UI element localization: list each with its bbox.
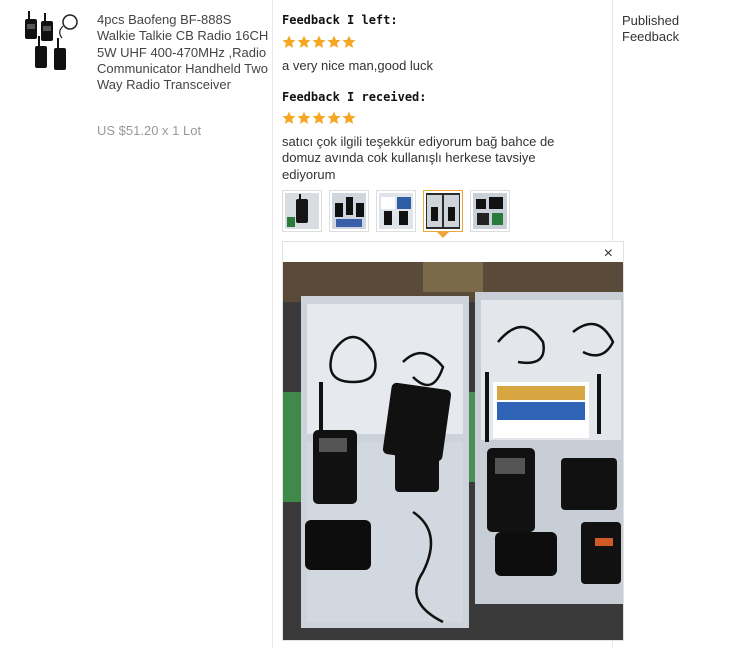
product-price: US $51.20 x 1 Lot	[97, 123, 202, 138]
star-icon	[297, 111, 311, 124]
feedback-received-rating	[282, 111, 356, 125]
walkie-talkie-set-image	[25, 11, 78, 70]
star-icon	[312, 111, 326, 124]
feedback-received-heading: Feedback I received:	[282, 90, 427, 104]
product-thumbnail[interactable]	[22, 10, 78, 72]
photo-thumbnail-active[interactable]	[423, 190, 463, 232]
star-icon	[282, 35, 296, 48]
feedback-photo[interactable]	[283, 262, 623, 640]
star-icon	[342, 111, 356, 124]
photo-thumbnail[interactable]	[470, 190, 510, 232]
photo-thumbnail[interactable]	[329, 190, 369, 232]
star-icon	[327, 111, 341, 124]
feedback-status: Published Feedback	[622, 13, 680, 44]
active-thumbnail-indicator	[437, 232, 449, 238]
close-icon[interactable]: ×	[604, 245, 613, 263]
feedback-left-rating	[282, 35, 356, 49]
feedback-left-text: a very nice man,good luck	[282, 58, 434, 73]
photo-thumbnail[interactable]	[282, 190, 322, 232]
photo-thumbnail[interactable]	[376, 190, 416, 232]
feedback-left-heading: Feedback I left:	[282, 13, 398, 27]
star-icon	[342, 35, 356, 48]
photo-thumbnail-strip	[282, 190, 510, 232]
column-divider-1	[272, 0, 273, 648]
photo-preview-panel: ×	[282, 241, 624, 641]
feedback-received-text: satıcı çok ilgili teşekkür ediyorum bağ …	[282, 134, 555, 182]
star-icon	[297, 35, 311, 48]
star-icon	[312, 35, 326, 48]
star-icon	[282, 111, 296, 124]
product-title-link[interactable]: 4pcs Baofeng BF-888S Walkie Talkie CB Ra…	[97, 12, 269, 93]
star-icon	[327, 35, 341, 48]
